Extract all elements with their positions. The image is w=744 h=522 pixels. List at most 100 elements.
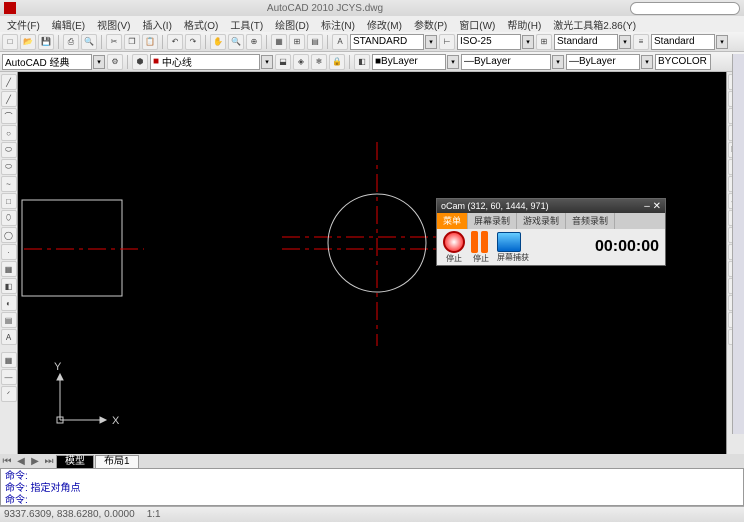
circle-icon[interactable]: ~ — [1, 176, 17, 192]
ellipse-icon[interactable]: ◯ — [1, 227, 17, 243]
menu-param[interactable]: 参数(P) — [411, 17, 450, 32]
tab-layout1[interactable]: 布局1 — [95, 455, 139, 468]
tp-icon[interactable]: ▤ — [307, 34, 323, 50]
menu-file[interactable]: 文件(F) — [4, 17, 43, 32]
ocam-tab-menu[interactable]: 菜单 — [437, 213, 468, 229]
ltype-select[interactable]: — ByLayer — [461, 54, 551, 70]
menu-format[interactable]: 格式(O) — [181, 17, 221, 32]
layer-iso-icon[interactable]: ◈ — [293, 54, 309, 70]
menu-window[interactable]: 窗口(W) — [456, 17, 498, 32]
copy-icon[interactable]: ❐ — [124, 34, 140, 50]
text-a-icon[interactable]: A — [332, 34, 348, 50]
menu-dim[interactable]: 标注(N) — [318, 17, 358, 32]
chevron-down-icon[interactable]: ▾ — [716, 35, 728, 49]
search-input[interactable] — [630, 2, 740, 15]
dimstyle-select[interactable]: ISO-25 — [457, 34, 521, 50]
menu-view[interactable]: 视图(V) — [94, 17, 133, 32]
color-icon[interactable]: ◧ — [354, 54, 370, 70]
paste-icon[interactable]: 📋 — [142, 34, 158, 50]
chevron-down-icon[interactable]: ▾ — [425, 35, 437, 49]
mlstyle-select[interactable]: Standard — [651, 34, 715, 50]
pline-icon[interactable]: ⌒ — [1, 108, 17, 124]
rectangle-entity[interactable] — [22, 200, 122, 296]
cut-icon[interactable]: ✂ — [106, 34, 122, 50]
menu-help[interactable]: 帮助(H) — [504, 17, 544, 32]
pause-button[interactable] — [471, 231, 491, 253]
chevron-down-icon[interactable]: ▾ — [522, 35, 534, 49]
menu-laser[interactable]: 激光工具箱2.86(Y) — [550, 17, 639, 32]
print-icon[interactable]: ⎙ — [63, 34, 79, 50]
dc-icon[interactable]: ⊞ — [289, 34, 305, 50]
textstyle-select[interactable]: STANDARD — [350, 34, 424, 50]
chevron-down-icon[interactable]: ▾ — [619, 35, 631, 49]
menu-draw[interactable]: 绘图(D) — [272, 17, 312, 32]
polygon-icon[interactable]: ○ — [1, 125, 17, 141]
right-dock[interactable] — [732, 54, 744, 434]
ws-gear-icon[interactable]: ⚙ — [107, 54, 123, 70]
menu-tools[interactable]: 工具(T) — [227, 17, 266, 32]
insert-icon[interactable]: — — [1, 369, 17, 385]
layer-l-icon[interactable]: 🔒 — [329, 54, 345, 70]
color-select[interactable]: ■ ByLayer — [372, 54, 446, 70]
new-icon[interactable]: □ — [2, 34, 18, 50]
layer-state-icon[interactable]: ⬓ — [275, 54, 291, 70]
arc-icon[interactable]: ⬭ — [1, 159, 17, 175]
dim-icon[interactable]: ⊢ — [439, 34, 455, 50]
workspace-select[interactable]: AutoCAD 经典 — [2, 54, 92, 70]
chevron-down-icon[interactable]: ▾ — [641, 55, 653, 69]
preview-icon[interactable]: 🔍 — [81, 34, 97, 50]
lweight-select[interactable]: — ByLayer — [566, 54, 640, 70]
chevron-down-icon[interactable]: ▾ — [552, 55, 564, 69]
tab-first-icon[interactable]: ⏮ — [0, 456, 14, 467]
tab-last-icon[interactable]: ⏭ — [42, 456, 56, 467]
ref-icon[interactable]: ᐟ — [1, 386, 17, 402]
hatch-icon[interactable]: ▦ — [1, 261, 17, 277]
app-logo-icon — [4, 2, 16, 14]
zoom-icon[interactable]: 🔍 — [228, 34, 244, 50]
menu-insert[interactable]: 插入(I) — [139, 17, 174, 32]
ml-icon[interactable]: ≡ — [633, 34, 649, 50]
layer-select[interactable]: ■ 中心线 — [150, 54, 260, 70]
tblstyle-select[interactable]: Standard — [554, 34, 618, 50]
close-icon[interactable]: ‒ ✕ — [644, 201, 661, 212]
chevron-down-icon[interactable]: ▾ — [447, 55, 459, 69]
ocam-tab-game[interactable]: 游戏录制 — [517, 213, 566, 229]
pan-icon[interactable]: ✋ — [210, 34, 226, 50]
table-icon[interactable]: ▤ — [1, 312, 17, 328]
scale-label[interactable]: 1:1 — [147, 509, 161, 520]
layer-props-icon[interactable]: ⬢ — [132, 54, 148, 70]
block-icon[interactable]: ▦ — [1, 352, 17, 368]
spline-icon[interactable]: ⬯ — [1, 210, 17, 226]
layer-f-icon[interactable]: ❄ — [311, 54, 327, 70]
tab-next-icon[interactable]: ▶ — [28, 456, 42, 467]
gradient-icon[interactable]: ◧ — [1, 278, 17, 294]
menu-modify[interactable]: 修改(M) — [364, 17, 405, 32]
redo-icon[interactable]: ↷ — [185, 34, 201, 50]
ocam-window[interactable]: oCam (312, 60, 1444, 971) ‒ ✕ 菜单 屏幕录制 游戏… — [436, 198, 666, 266]
region-icon[interactable]: ◐ — [1, 295, 17, 311]
mtext-icon[interactable]: A — [1, 329, 17, 345]
ocam-titlebar[interactable]: oCam (312, 60, 1444, 971) ‒ ✕ — [437, 199, 665, 213]
open-icon[interactable]: 📂 — [20, 34, 36, 50]
ocam-tab-audio[interactable]: 音频录制 — [566, 213, 615, 229]
ocam-tab-screen[interactable]: 屏幕录制 — [468, 213, 517, 229]
undo-icon[interactable]: ↶ — [167, 34, 183, 50]
tbl-icon[interactable]: ⊞ — [536, 34, 552, 50]
record-button[interactable] — [443, 231, 465, 253]
zoom2-icon[interactable]: ⊕ — [246, 34, 262, 50]
command-line[interactable]: 命令: 命令: 指定对角点 命令: — [0, 468, 744, 506]
save-icon[interactable]: 💾 — [38, 34, 54, 50]
plotstyle-select[interactable]: BYCOLOR — [655, 54, 711, 70]
capture-button[interactable] — [497, 232, 521, 252]
props-icon[interactable]: ▦ — [271, 34, 287, 50]
revcloud-icon[interactable]: □ — [1, 193, 17, 209]
xline-icon[interactable]: ╱ — [1, 91, 17, 107]
line-icon[interactable]: ╱ — [1, 74, 17, 90]
chevron-down-icon[interactable]: ▾ — [261, 55, 273, 69]
tab-model[interactable]: 模型 — [56, 455, 94, 468]
menu-edit[interactable]: 编辑(E) — [49, 17, 88, 32]
tab-prev-icon[interactable]: ◀ — [14, 456, 28, 467]
chevron-down-icon[interactable]: ▾ — [93, 55, 105, 69]
rect-icon[interactable]: ⬭ — [1, 142, 17, 158]
point-icon[interactable]: · — [1, 244, 17, 260]
